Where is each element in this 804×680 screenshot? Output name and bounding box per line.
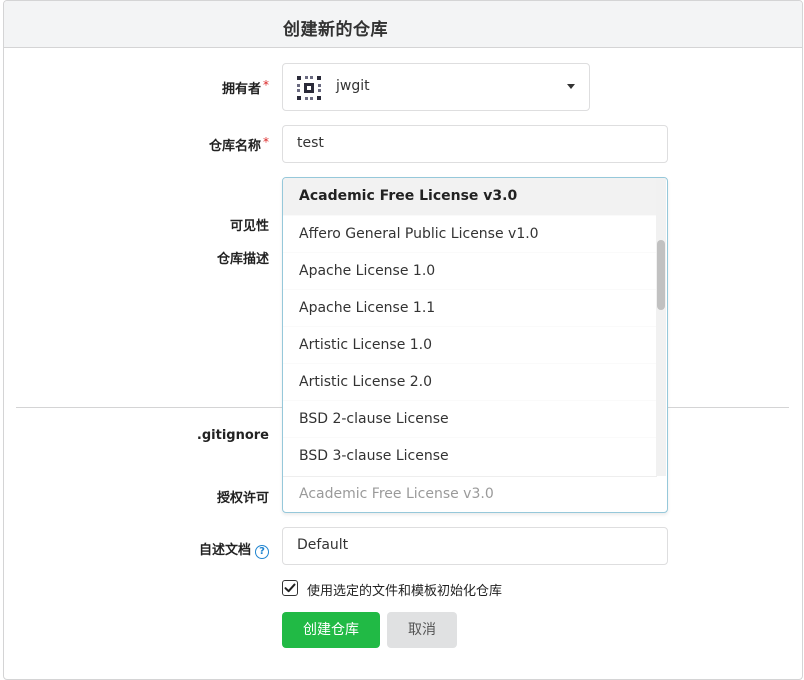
license-label: 授权许可 [216,491,269,506]
cancel-button[interactable]: 取消 [387,612,457,648]
license-option[interactable]: Apache License 1.0 [283,252,657,289]
repo-name-label: 仓库名称 * [208,135,269,154]
dropdown-separator [283,476,657,477]
license-option[interactable]: Artistic License 1.0 [283,326,657,363]
license-option[interactable]: Academic Free License v3.0 [283,178,657,215]
owner-label: 拥有者 * [221,78,269,97]
auto-init-label: 使用选定的文件和模板初始化仓库 [307,584,503,599]
license-options-list: Academic Free License v3.0 Affero Genera… [283,178,657,474]
license-option[interactable]: Apache License 1.1 [283,289,657,326]
chevron-down-icon [567,84,575,89]
license-selected-text: Academic Free License v3.0 [299,486,494,502]
readme-select[interactable]: Default [282,527,668,565]
scrollbar-thumb[interactable] [657,240,665,310]
required-mark: * [263,78,269,92]
description-label: 仓库描述 [216,252,269,267]
license-option[interactable]: BSD 2-clause License [283,400,657,437]
owner-select[interactable]: jwgit [282,63,590,111]
license-option[interactable]: Affero General Public License v1.0 [283,215,657,252]
page-title: 创建新的仓库 [283,20,388,40]
question-circle-icon[interactable]: ? [255,545,269,559]
checkmark-icon [284,583,296,593]
repo-name-input[interactable]: test [282,125,668,163]
repo-name-value: test [297,135,324,151]
gitignore-label: .gitignore [196,428,269,443]
form-header: 创建新的仓库 [4,1,802,48]
visibility-label: 可见性 [229,219,269,234]
license-option[interactable]: Artistic License 2.0 [283,363,657,400]
create-repo-button[interactable]: 创建仓库 [282,612,380,648]
license-dropdown[interactable]: Academic Free License v3.0 Affero Genera… [282,177,668,513]
readme-label: 自述文档? [199,539,269,559]
required-mark: * [263,135,269,149]
dropdown-scrollbar[interactable] [656,178,666,476]
readme-value: Default [297,537,349,553]
owner-name: jwgit [336,78,370,94]
auto-init-checkbox[interactable] [282,580,298,596]
identicon-avatar [296,75,322,101]
license-option[interactable]: BSD 3-clause License [283,437,657,474]
